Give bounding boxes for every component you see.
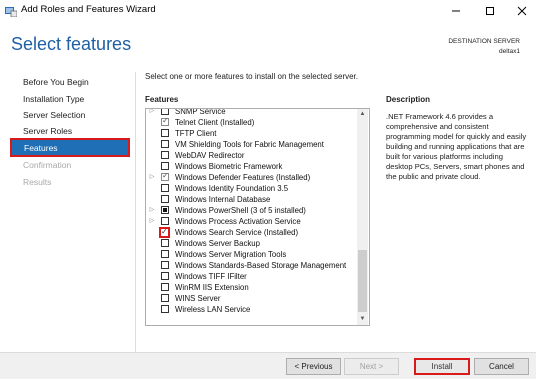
- feature-row[interactable]: Windows Internal Database: [146, 194, 358, 205]
- feature-label: WINS Server: [175, 294, 221, 303]
- close-button[interactable]: [510, 0, 534, 22]
- feature-row[interactable]: ✓ Windows Search Service (Installed): [146, 227, 358, 238]
- feature-row[interactable]: ▷ Windows PowerShell (3 of 5 installed): [146, 205, 358, 216]
- feature-row[interactable]: WINS Server: [146, 293, 358, 304]
- feature-label: Windows Defender Features (Installed): [175, 173, 311, 182]
- nav-item-server-selection[interactable]: Server Selection: [23, 110, 85, 120]
- feature-row[interactable]: WinRM IIS Extension: [146, 282, 358, 293]
- feature-checkbox[interactable]: [161, 250, 169, 258]
- feature-label: Windows Biometric Framework: [175, 162, 283, 171]
- feature-label: Windows Standards-Based Storage Manageme…: [175, 261, 347, 270]
- nav-divider: [135, 72, 136, 352]
- feature-checkbox[interactable]: ✓: [161, 116, 169, 126]
- feature-checkbox[interactable]: [161, 305, 169, 313]
- feature-label: Windows TIFF IFilter: [175, 272, 247, 281]
- feature-checkbox[interactable]: [161, 239, 169, 247]
- next-button: Next >: [344, 358, 399, 375]
- scroll-down-arrow-icon[interactable]: ▼: [357, 314, 368, 325]
- feature-label: TFTP Client: [175, 129, 217, 138]
- expand-arrow-icon[interactable]: ▷: [149, 174, 155, 181]
- maximize-button[interactable]: [478, 0, 502, 22]
- feature-checkbox[interactable]: [161, 206, 169, 214]
- previous-button[interactable]: < Previous: [286, 358, 341, 375]
- feature-label: Wireless LAN Service: [175, 305, 251, 314]
- feature-checkbox[interactable]: [161, 217, 169, 225]
- feature-checkbox[interactable]: [161, 162, 169, 170]
- feature-row[interactable]: Windows Standards-Based Storage Manageme…: [146, 260, 358, 271]
- scroll-up-arrow-icon[interactable]: ▲: [357, 109, 368, 120]
- features-heading: Features: [145, 95, 179, 104]
- page-title: Select features: [11, 34, 132, 54]
- instruction-text: Select one or more features to install o…: [145, 72, 359, 81]
- scrollbar-thumb[interactable]: [358, 250, 367, 312]
- feature-row[interactable]: Windows Server Backup: [146, 238, 358, 249]
- feature-label: Windows Server Backup: [175, 239, 260, 248]
- expand-arrow-icon[interactable]: ▷: [149, 109, 155, 115]
- feature-checkbox[interactable]: [161, 140, 169, 148]
- minimize-button[interactable]: [444, 0, 468, 22]
- destination-server-name: deltax1: [499, 48, 520, 55]
- expand-arrow-icon[interactable]: ▷: [149, 207, 155, 214]
- feature-row[interactable]: Windows Server Migration Tools: [146, 249, 358, 260]
- close-icon: [517, 6, 527, 16]
- nav-item-features-label: Features: [24, 143, 58, 153]
- server-manager-app-icon: [5, 5, 18, 18]
- checkmark-icon: ✓: [162, 171, 169, 180]
- description-heading: Description: [386, 95, 431, 104]
- feature-row[interactable]: WebDAV Redirector: [146, 150, 358, 161]
- feature-label: Windows Server Migration Tools: [175, 250, 287, 259]
- feature-checkbox[interactable]: [161, 109, 169, 115]
- checkmark-icon: ✓: [162, 116, 169, 125]
- feature-label: VM Shielding Tools for Fabric Management: [175, 140, 324, 149]
- feature-checkbox[interactable]: [161, 261, 169, 269]
- feature-row[interactable]: Windows Biometric Framework: [146, 161, 358, 172]
- feature-checkbox[interactable]: [161, 294, 169, 302]
- feature-label: Windows PowerShell (3 of 5 installed): [175, 206, 306, 215]
- nav-item-confirmation: Confirmation: [23, 160, 72, 170]
- feature-checkbox[interactable]: ✓: [161, 171, 169, 181]
- expand-arrow-icon[interactable]: ▷: [149, 218, 155, 225]
- partial-check-icon: [163, 208, 167, 212]
- feature-checkbox[interactable]: [161, 151, 169, 159]
- maximize-icon: [486, 7, 494, 15]
- features-tree-list[interactable]: ▷ SNMP Service ✓ Telnet Client (Installed) T…: [145, 108, 370, 326]
- feature-label: Telnet Client (Installed): [175, 118, 255, 127]
- description-text: .NET Framework 4.6 provides a comprehens…: [386, 112, 527, 181]
- feature-row[interactable]: ▷ ✓ Windows Defender Features (Installed): [146, 171, 358, 183]
- feature-checkbox[interactable]: [161, 283, 169, 291]
- nav-item-server-roles[interactable]: Server Roles: [23, 126, 72, 136]
- feature-label: Windows Process Activation Service: [175, 217, 301, 226]
- nav-item-installation-type[interactable]: Installation Type: [23, 94, 84, 104]
- cancel-button[interactable]: Cancel: [474, 358, 529, 375]
- feature-row[interactable]: ▷ Windows Process Activation Service: [146, 216, 358, 227]
- feature-row[interactable]: VM Shielding Tools for Fabric Management: [146, 139, 358, 150]
- feature-checkbox[interactable]: [161, 184, 169, 192]
- feature-label: Windows Internal Database: [175, 195, 271, 204]
- window-title: Add Roles and Features Wizard: [21, 4, 156, 15]
- feature-checkbox[interactable]: [161, 195, 169, 203]
- feature-checkbox[interactable]: [161, 272, 169, 280]
- destination-server-label: DESTINATION SERVER: [448, 38, 520, 45]
- feature-row[interactable]: Windows Identity Foundation 3.5: [146, 183, 358, 194]
- feature-checkbox[interactable]: ✓: [159, 227, 170, 238]
- feature-label: Windows Search Service (Installed): [175, 228, 299, 237]
- install-button[interactable]: Install: [414, 358, 470, 375]
- feature-checkbox[interactable]: [161, 129, 169, 137]
- feature-row[interactable]: ▷ SNMP Service: [146, 108, 358, 117]
- nav-item-before-you-begin[interactable]: Before You Begin: [23, 77, 89, 87]
- feature-row[interactable]: Wireless LAN Service: [146, 304, 358, 315]
- checkmark-icon: ✓: [161, 227, 168, 236]
- feature-label: WebDAV Redirector: [175, 151, 245, 160]
- feature-row[interactable]: TFTP Client: [146, 128, 358, 139]
- nav-item-results: Results: [23, 177, 52, 187]
- feature-row[interactable]: Windows TIFF IFilter: [146, 271, 358, 282]
- feature-label: WinRM IIS Extension: [175, 283, 249, 292]
- feature-label: Windows Identity Foundation 3.5: [175, 184, 289, 193]
- feature-row[interactable]: ✓ Telnet Client (Installed): [146, 116, 358, 128]
- minimize-icon: [452, 10, 460, 12]
- feature-label: SNMP Service: [175, 108, 226, 116]
